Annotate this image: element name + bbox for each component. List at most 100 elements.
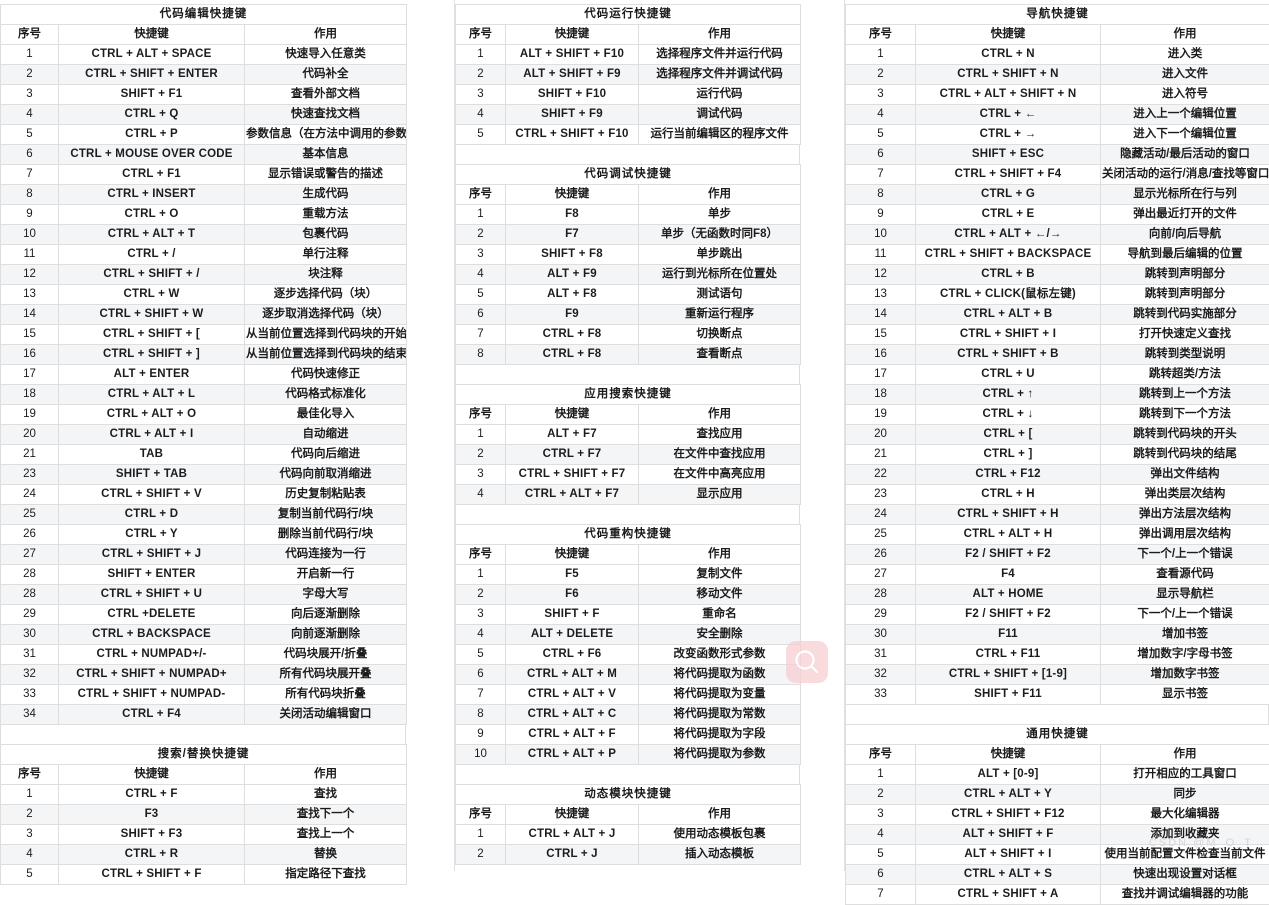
cell-shortcut: CTRL + F1 — [59, 165, 245, 185]
cell-action: 代码向后缩进 — [245, 445, 407, 465]
cell-action: 选择程序文件并运行代码 — [639, 45, 801, 65]
table-row: 8CTRL + INSERT生成代码 — [1, 185, 407, 205]
cell-action: 改变函数形式参数 — [639, 645, 801, 665]
cell-no: 29 — [846, 605, 916, 625]
cell-shortcut: CTRL + ALT + J — [506, 825, 639, 845]
cell-shortcut: CTRL + ALT + P — [506, 745, 639, 765]
table-row: 25CTRL + ALT + H弹出调用层次结构 — [846, 525, 1269, 545]
cell-shortcut: CTRL + SHIFT + ] — [59, 345, 245, 365]
cell-shortcut: ALT + F7 — [506, 425, 639, 445]
header-no: 序号 — [456, 545, 506, 565]
table-row: 7CTRL + F8切换断点 — [456, 325, 801, 345]
section-code-edit-body: 代码编辑快捷键 序号 快捷键 作用 — [1, 5, 407, 45]
cell-shortcut: CTRL + SHIFT + A — [916, 885, 1101, 905]
cell-shortcut: CTRL + SHIFT + ENTER — [59, 65, 245, 85]
cell-no: 28 — [1, 585, 59, 605]
cell-action: 下一个/上一个错误 — [1101, 605, 1269, 625]
cell-action: 向前/向后导航 — [1101, 225, 1269, 245]
cell-shortcut: ALT + HOME — [916, 585, 1101, 605]
section-spacer — [845, 705, 1269, 724]
table-row: 20CTRL + ALT + I自动缩进 — [1, 425, 407, 445]
section-title-row: 导航快捷键 — [846, 5, 1269, 25]
cell-shortcut: CTRL + ↓ — [916, 405, 1101, 425]
table-row: 3SHIFT + F重命名 — [456, 605, 801, 625]
cell-shortcut: CTRL + SHIFT + F10 — [506, 125, 639, 145]
header-no: 序号 — [456, 405, 506, 425]
table-row: 9CTRL + ALT + F将代码提取为字段 — [456, 725, 801, 745]
cell-no: 4 — [456, 485, 506, 505]
cell-action: 测试语句 — [639, 285, 801, 305]
table-row: 5CTRL + SHIFT + F指定路径下查找 — [1, 865, 407, 885]
table-row: 24CTRL + SHIFT + V历史复制粘贴表 — [1, 485, 407, 505]
section-code-edit-rows: 1CTRL + ALT + SPACE快速导入任意类2CTRL + SHIFT … — [1, 45, 407, 725]
cell-shortcut: ALT + [0-9] — [916, 765, 1101, 785]
cell-action: 弹出调用层次结构 — [1101, 525, 1269, 545]
cell-shortcut: CTRL + ← — [916, 105, 1101, 125]
cell-shortcut: CTRL + SHIFT + NUMPAD- — [59, 685, 245, 705]
cell-no: 6 — [846, 145, 916, 165]
table-header-row: 序号 快捷键 作用 — [456, 405, 801, 425]
cell-no: 34 — [1, 705, 59, 725]
column-gap-left — [406, 0, 455, 871]
cell-action: 快速导入任意类 — [245, 45, 407, 65]
table-row: 3SHIFT + F3查找上一个 — [1, 825, 407, 845]
cell-no: 3 — [846, 805, 916, 825]
cell-action: 运行代码 — [639, 85, 801, 105]
cell-no: 29 — [1, 605, 59, 625]
table-row: 33SHIFT + F11显示书签 — [846, 685, 1269, 705]
table-row: 4SHIFT + F9调试代码 — [456, 105, 801, 125]
cell-no: 23 — [1, 465, 59, 485]
section-title-row: 代码编辑快捷键 — [1, 5, 407, 25]
table-row: 21TAB代码向后缩进 — [1, 445, 407, 465]
cell-action: 显示书签 — [1101, 685, 1269, 705]
header-action: 作用 — [639, 405, 801, 425]
cell-action: 基本信息 — [245, 145, 407, 165]
cell-shortcut: ALT + SHIFT + F10 — [506, 45, 639, 65]
table-header-row: 序号 快捷键 作用 — [846, 25, 1269, 45]
cell-action: 跳转到声明部分 — [1101, 265, 1269, 285]
cell-shortcut: TAB — [59, 445, 245, 465]
cell-shortcut: CTRL + ALT + M — [506, 665, 639, 685]
section-spacer — [455, 365, 800, 384]
table-row: 15CTRL + SHIFT + [从当前位置选择到代码块的开始 — [1, 325, 407, 345]
cell-shortcut: CTRL + R — [59, 845, 245, 865]
cell-no: 27 — [1, 545, 59, 565]
section-title: 代码重构快捷键 — [456, 525, 801, 545]
cell-no: 32 — [1, 665, 59, 685]
cell-no: 1 — [846, 765, 916, 785]
cell-shortcut: CTRL + F8 — [506, 345, 639, 365]
cell-shortcut: F2 / SHIFT + F2 — [916, 605, 1101, 625]
cell-no: 15 — [846, 325, 916, 345]
cell-shortcut: CTRL + ALT + C — [506, 705, 639, 725]
header-no: 序号 — [846, 25, 916, 45]
cell-action: 单行注释 — [245, 245, 407, 265]
table-row: 3CTRL + ALT + SHIFT + N进入符号 — [846, 85, 1269, 105]
table-header-row: 序号 快捷键 作用 — [456, 185, 801, 205]
table-row: 23CTRL + H弹出类层次结构 — [846, 485, 1269, 505]
cell-shortcut: CTRL + NUMPAD+/- — [59, 645, 245, 665]
cell-no: 16 — [1, 345, 59, 365]
cell-action: 移动文件 — [639, 585, 801, 605]
cell-shortcut: SHIFT + TAB — [59, 465, 245, 485]
table-row: 33CTRL + SHIFT + NUMPAD-所有代码块折叠 — [1, 685, 407, 705]
cell-action: 查看外部文档 — [245, 85, 407, 105]
cell-shortcut: CTRL + F4 — [59, 705, 245, 725]
cell-action: 向后逐渐删除 — [245, 605, 407, 625]
cell-action: 查找并调试编辑器的功能 — [1101, 885, 1269, 905]
table-row: 19CTRL + ALT + O最佳化导入 — [1, 405, 407, 425]
cell-no: 1 — [456, 825, 506, 845]
table-row: 5ALT + F8测试语句 — [456, 285, 801, 305]
cell-no: 23 — [846, 485, 916, 505]
cell-no: 27 — [846, 565, 916, 585]
cell-shortcut: F4 — [916, 565, 1101, 585]
table-header-row: 序号 快捷键 作用 — [456, 545, 801, 565]
cell-no: 25 — [846, 525, 916, 545]
cell-no: 25 — [1, 505, 59, 525]
cell-action: 弹出类层次结构 — [1101, 485, 1269, 505]
cell-action: 插入动态模板 — [639, 845, 801, 865]
cell-no: 16 — [846, 345, 916, 365]
section-title-row: 代码调试快捷键 — [456, 165, 801, 185]
cell-shortcut: CTRL + F6 — [506, 645, 639, 665]
cell-shortcut: ALT + F9 — [506, 265, 639, 285]
header-no: 序号 — [846, 745, 916, 765]
